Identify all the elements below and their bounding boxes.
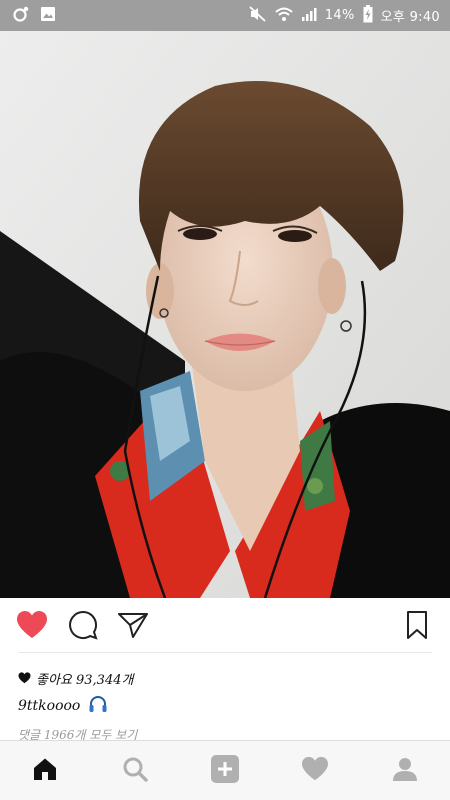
mute-icon xyxy=(249,5,267,26)
home-icon xyxy=(32,757,58,785)
heart-icon[interactable] xyxy=(16,610,48,644)
status-right: 14% 오후 9:40 xyxy=(249,4,440,27)
circle-notification-icon xyxy=(12,5,30,27)
search-icon xyxy=(122,756,148,786)
bookmark-icon[interactable] xyxy=(405,610,429,644)
share-icon[interactable] xyxy=(117,611,149,643)
status-left xyxy=(12,5,56,27)
battery-charging-icon xyxy=(363,4,373,27)
signal-icon xyxy=(301,6,317,26)
bottom-nav xyxy=(0,740,450,800)
nav-activity[interactable] xyxy=(270,741,360,800)
nav-search[interactable] xyxy=(90,741,180,800)
nav-profile[interactable] xyxy=(360,741,450,800)
gallery-icon xyxy=(40,6,56,26)
likes-count: 좋아요 93,344개 xyxy=(36,672,134,688)
clock: 오후 9:40 xyxy=(380,10,440,25)
likes-row[interactable]: 좋아요 93,344개 xyxy=(18,667,133,689)
battery-percent: 14% xyxy=(324,8,355,23)
profile-icon xyxy=(392,756,418,786)
headphones-icon xyxy=(88,695,108,717)
divider xyxy=(18,652,432,653)
wifi-icon xyxy=(275,6,293,26)
add-post-icon xyxy=(210,754,240,788)
caption-row: 9ttkoooo xyxy=(18,694,108,718)
post-action-bar xyxy=(0,598,450,654)
status-bar: 14% 오후 9:40 xyxy=(0,0,450,31)
comment-icon[interactable] xyxy=(68,610,98,644)
nav-home[interactable] xyxy=(0,741,90,800)
nav-add-post[interactable] xyxy=(180,741,270,800)
post-photo[interactable] xyxy=(0,31,450,598)
activity-heart-icon xyxy=(301,756,329,786)
small-heart-icon xyxy=(18,669,31,688)
username-link[interactable]: 9ttkoooo xyxy=(18,698,80,714)
